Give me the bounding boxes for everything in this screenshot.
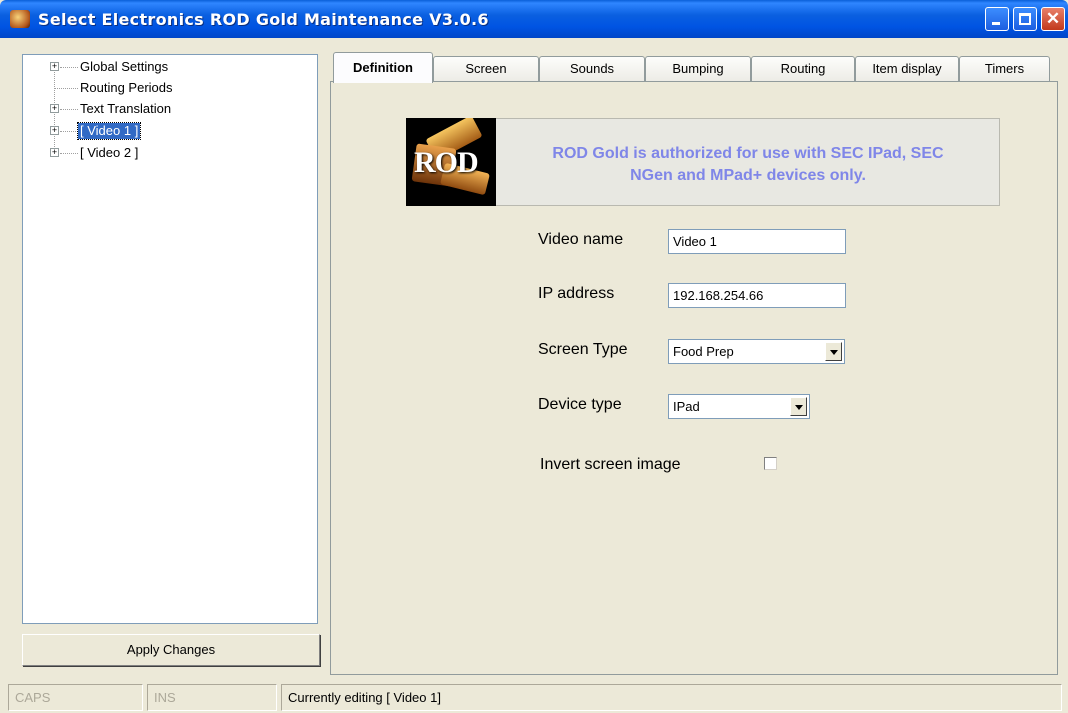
device-type-value: IPad — [673, 399, 700, 414]
chevron-down-icon[interactable] — [790, 397, 807, 416]
minimize-icon — [992, 22, 1000, 25]
tree-connector — [60, 67, 78, 68]
ip-address-label: IP address — [538, 285, 615, 302]
caps-indicator: CAPS — [8, 684, 143, 711]
tab-strip: Definition Screen Sounds Bumping Routing… — [330, 52, 1050, 83]
invert-screen-label: Invert screen image — [540, 456, 681, 473]
maximize-button[interactable] — [1013, 7, 1037, 31]
tab-bumping[interactable]: Bumping — [645, 56, 751, 82]
tree-connector — [60, 109, 78, 110]
expand-icon[interactable]: + — [50, 62, 59, 71]
tree-connector — [54, 88, 78, 89]
close-button[interactable]: ✕ — [1041, 7, 1065, 31]
tree-connector — [60, 131, 78, 132]
expand-icon[interactable]: + — [50, 126, 59, 135]
tab-definition[interactable]: Definition — [333, 52, 433, 83]
logo-text: ROD — [414, 146, 479, 179]
license-notice-line-2: NGen and MPad+ devices only. — [630, 167, 866, 184]
ip-address-field[interactable]: 192.168.254.66 — [668, 283, 846, 308]
screen-type-label: Screen Type — [538, 341, 628, 358]
close-icon: ✕ — [1045, 9, 1061, 28]
window-title: Select Electronics ROD Gold Maintenance … — [38, 10, 489, 29]
tab-routing[interactable]: Routing — [751, 56, 855, 82]
expand-icon[interactable]: + — [50, 148, 59, 157]
ins-indicator: INS — [147, 684, 277, 711]
tree-item-video-2[interactable]: [ Video 2 ] — [78, 145, 140, 161]
device-type-label: Device type — [538, 396, 622, 413]
tree-item-text-translation[interactable]: Text Translation — [78, 101, 173, 117]
tab-sounds[interactable]: Sounds — [539, 56, 645, 82]
rod-logo: ROD — [406, 118, 496, 206]
video-name-field[interactable]: Video 1 — [668, 229, 846, 254]
tree-item-routing-periods[interactable]: Routing Periods — [78, 80, 175, 96]
tab-timers[interactable]: Timers — [959, 56, 1050, 82]
title-bar[interactable]: Select Electronics ROD Gold Maintenance … — [0, 0, 1068, 38]
status-bar: CAPS INS Currently editing [ Video 1] — [0, 682, 1068, 713]
video-name-label: Video name — [538, 231, 624, 248]
chevron-down-icon[interactable] — [825, 342, 842, 361]
minimize-button[interactable] — [985, 7, 1009, 31]
device-type-select[interactable]: IPad — [668, 394, 810, 419]
status-message: Currently editing [ Video 1] — [281, 684, 1062, 711]
apply-changes-button[interactable]: Apply Changes — [22, 634, 320, 666]
tree-item-video-1[interactable]: [ Video 1 ] — [76, 122, 142, 140]
settings-tree[interactable]: + Global Settings Routing Periods + Text… — [22, 54, 318, 624]
tab-screen[interactable]: Screen — [433, 56, 539, 82]
maximize-icon — [1019, 13, 1031, 25]
tab-item-display[interactable]: Item display — [855, 56, 959, 82]
tree-connector — [60, 153, 78, 154]
screen-type-select[interactable]: Food Prep — [668, 339, 845, 364]
expand-icon[interactable]: + — [50, 104, 59, 113]
invert-screen-checkbox[interactable] — [764, 457, 777, 470]
tree-item-global-settings[interactable]: Global Settings — [78, 59, 170, 75]
license-notice: ROD Gold is authorized for use with SEC … — [498, 143, 998, 187]
screen-type-value: Food Prep — [673, 344, 734, 359]
app-icon — [10, 10, 30, 28]
license-notice-line-1: ROD Gold is authorized for use with SEC … — [552, 145, 944, 162]
